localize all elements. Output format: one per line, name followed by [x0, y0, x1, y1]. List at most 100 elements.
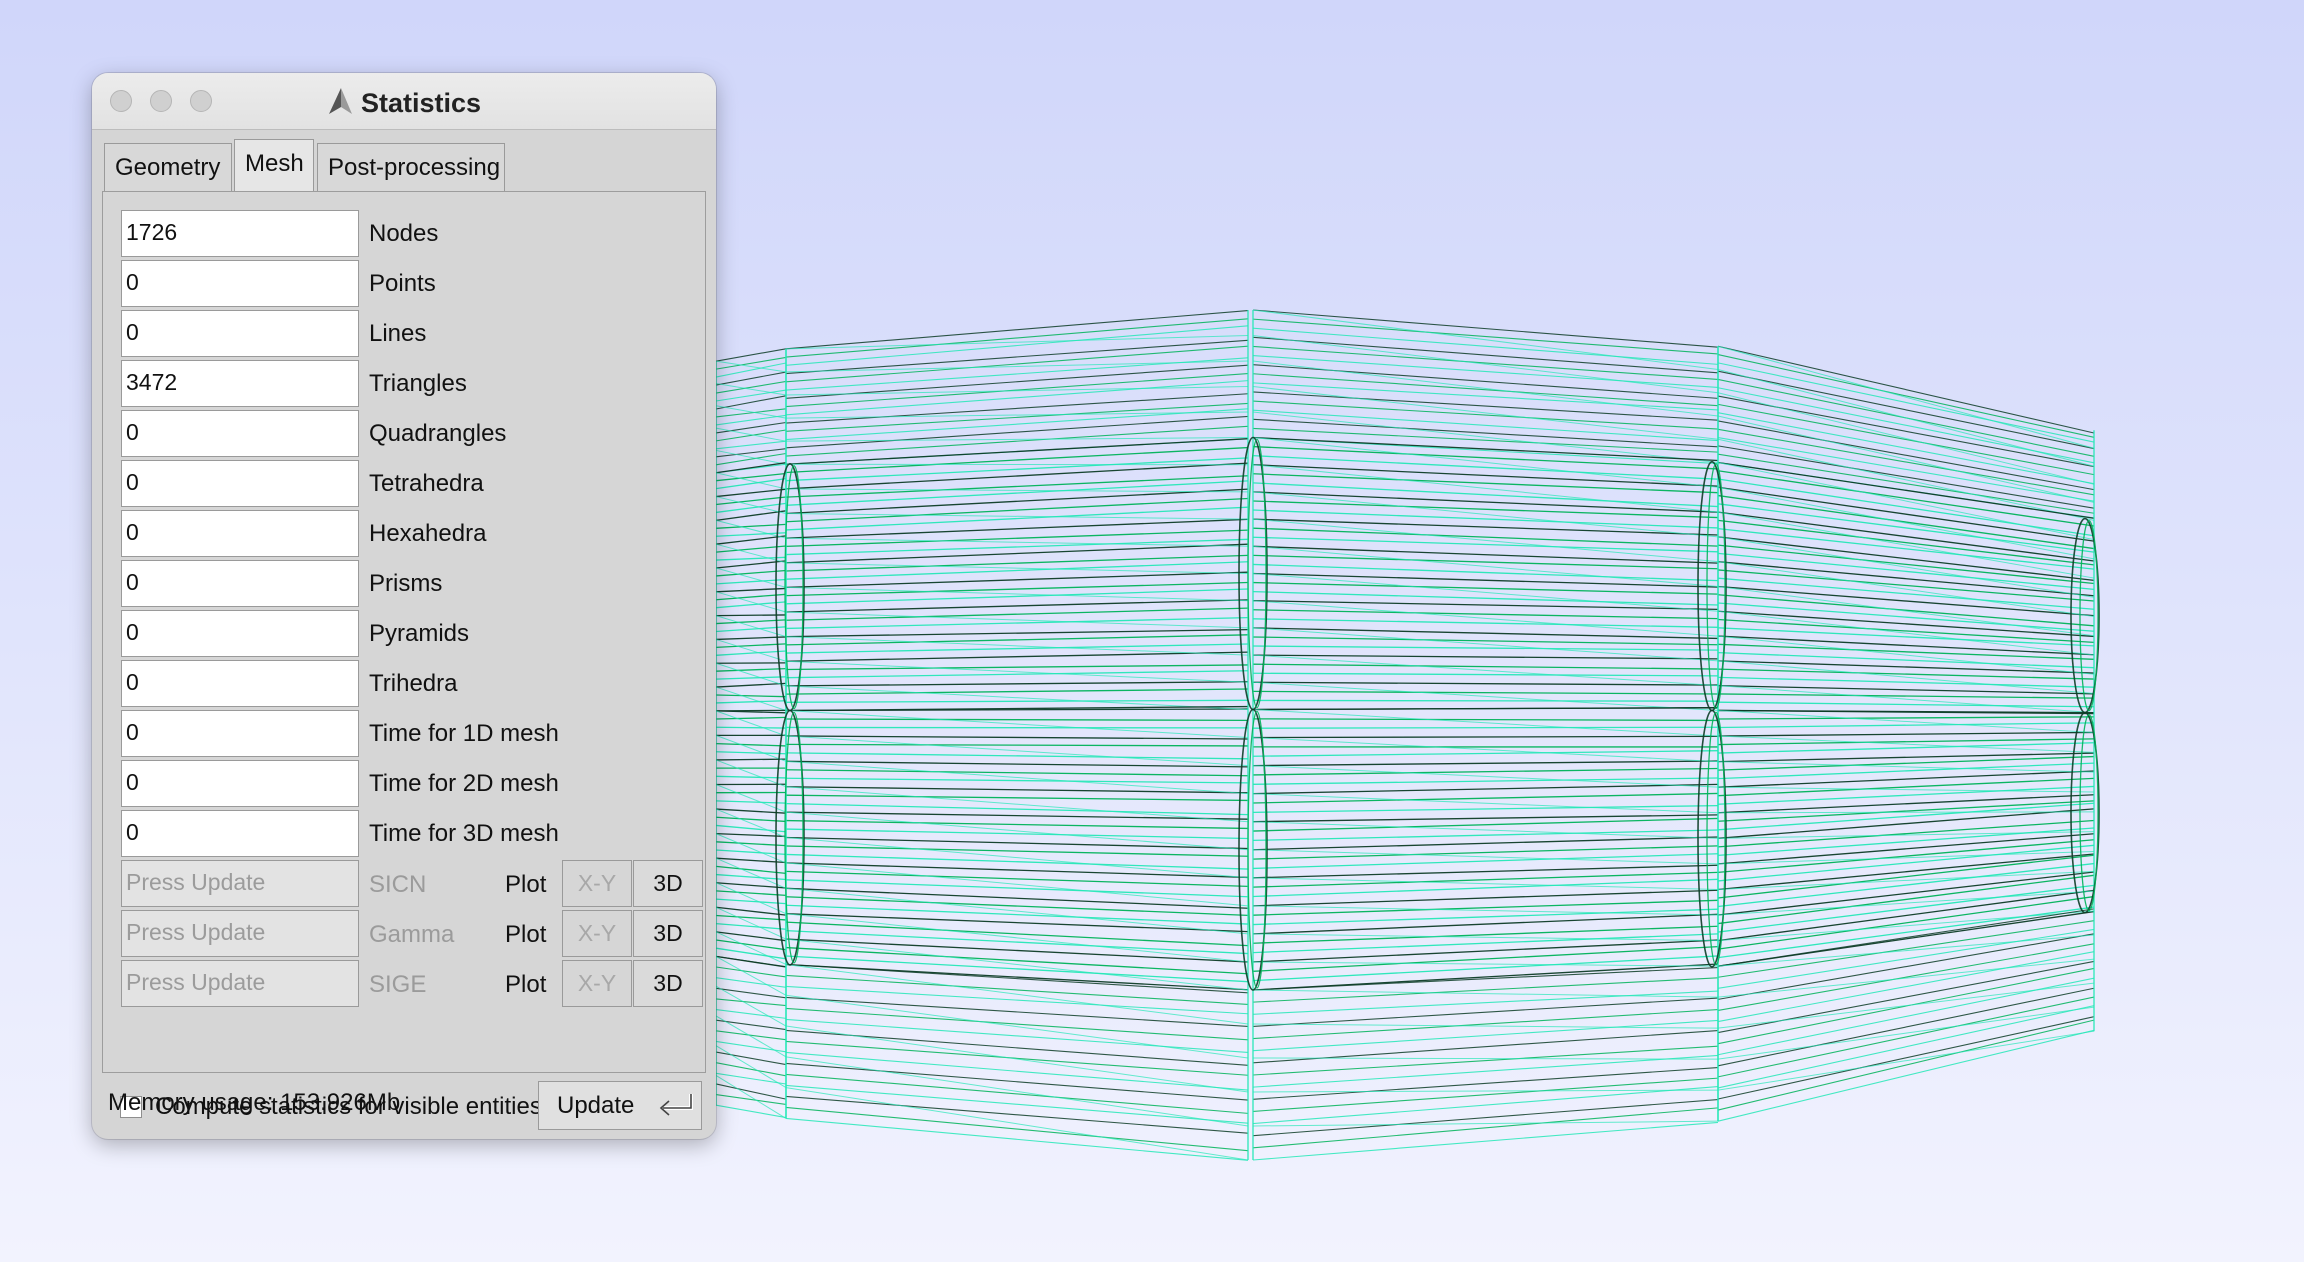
mesh-diagonal-line	[1252, 709, 1719, 737]
mesh-edge-line	[785, 718, 1249, 722]
quality-measure-label: SIGE	[369, 971, 427, 998]
stat-value-field[interactable]: 0	[121, 460, 359, 507]
mesh-edge-line	[1252, 527, 1719, 547]
mesh-edge-line	[1252, 783, 1719, 795]
mesh-edge-line	[1252, 318, 1719, 355]
mesh-diagonal-line	[715, 662, 787, 687]
tab-post-processing-label: Post-processing	[328, 154, 501, 181]
mesh-edge-line	[1252, 966, 1719, 991]
mesh-diagonal-line	[1252, 386, 1719, 440]
plot-xy-button[interactable]: X-Y	[562, 960, 632, 1007]
mesh-edge-line	[785, 862, 1249, 879]
mesh-edge-line	[715, 716, 787, 720]
tab-post-processing[interactable]: Post-processing	[317, 143, 505, 191]
mesh-diagonal-line	[785, 1087, 1249, 1161]
mesh-edge-line	[1252, 445, 1719, 470]
quality-value-field: Press Update	[121, 860, 359, 907]
mesh-edge-line	[1717, 960, 2095, 1034]
mesh-edge-line	[1717, 701, 2095, 708]
mesh-edge-line	[715, 1051, 787, 1066]
mesh-edge-line	[715, 977, 787, 988]
plot-xy-button[interactable]: X-Y	[562, 860, 632, 907]
mesh-diagonal-line	[1717, 831, 2095, 839]
mesh-edge-line	[715, 676, 787, 680]
mesh-edge-line	[715, 440, 787, 450]
mesh-edge-line	[785, 529, 1249, 548]
mesh-edge-line	[715, 947, 787, 960]
mesh-edge-line	[1252, 1009, 1719, 1040]
mesh-diagonal-line	[1717, 561, 2095, 618]
mesh-diagonal-line	[1252, 793, 1719, 814]
mesh-edge-line	[1717, 770, 2095, 788]
mesh-edge-line	[1252, 309, 1719, 348]
stat-value-field[interactable]: 3472	[121, 360, 359, 407]
stat-value-field[interactable]: 0	[121, 810, 359, 857]
mesh-edge-line	[1252, 899, 1719, 916]
stat-value-field[interactable]: 0	[121, 410, 359, 457]
mesh-edge-line	[1717, 895, 2095, 950]
mesh-edge-line	[785, 996, 1249, 1027]
mesh-edge-line	[715, 873, 787, 881]
plot-label: Plot	[505, 921, 547, 948]
mesh-edge-line	[715, 775, 787, 779]
mesh-diagonal-line	[1717, 415, 2095, 503]
mesh-diagonal-line	[1717, 958, 2095, 998]
mesh-edge-line	[1252, 536, 1719, 553]
mesh-edge-line	[785, 664, 1249, 671]
plot-3d-button[interactable]: 3D	[633, 860, 703, 907]
mesh-diagonal-line	[1717, 345, 2095, 449]
mesh-edge-line	[785, 1095, 1249, 1134]
stat-value-field[interactable]: 0	[121, 710, 359, 757]
mesh-edge-line	[715, 614, 787, 617]
stat-value-field[interactable]: 0	[121, 510, 359, 557]
mesh-stats-panel: 1726 Nodes 0 Points 0 Lines 3472 Triangles 0 Quad…	[102, 191, 706, 1120]
mesh-edge-line	[715, 694, 787, 698]
mesh-diagonal-line	[715, 759, 787, 788]
mesh-diagonal-line	[1252, 737, 1719, 763]
gmsh-logo-icon	[327, 87, 353, 122]
mesh-diagonal-line	[715, 615, 787, 638]
tab-mesh-label: Mesh	[245, 150, 304, 177]
mesh-edge-line	[1252, 336, 1719, 374]
title-bar[interactable]: Statistics	[92, 73, 716, 130]
plot-xy-button[interactable]: X-Y	[562, 910, 632, 957]
mesh-diagonal-line	[1252, 437, 1719, 488]
plot-3d-button[interactable]: 3D	[633, 960, 703, 1007]
window-title-text: Statistics	[360, 88, 482, 118]
mesh-edge-line	[1252, 672, 1719, 677]
mesh-edge-line	[1252, 707, 1719, 711]
plot-3d-button[interactable]: 3D	[633, 910, 703, 957]
stat-value-field[interactable]: 0	[121, 610, 359, 657]
mesh-edge-line	[715, 414, 787, 426]
mesh-edge-line	[785, 628, 1249, 638]
mesh-diagonal-line	[1252, 1120, 1719, 1127]
mesh-edge-line	[1717, 987, 2095, 1067]
mesh-edge-line	[1717, 602, 2095, 632]
stat-value-field[interactable]: 0	[121, 310, 359, 357]
mesh-edge-line	[1717, 920, 2095, 978]
stat-label: Prisms	[369, 570, 443, 597]
mesh-diagonal-line	[715, 985, 787, 1027]
return-key-icon	[655, 1088, 695, 1131]
update-button[interactable]: Update	[538, 1081, 702, 1130]
tab-geometry-label: Geometry	[115, 154, 221, 181]
stat-label: Nodes	[369, 220, 439, 247]
mesh-edge-line	[715, 1094, 787, 1105]
mesh-edge-line	[715, 890, 787, 896]
mesh-edge-line	[1717, 511, 2095, 562]
stat-value-field[interactable]: 0	[121, 760, 359, 807]
mesh-edge-line	[785, 743, 1249, 747]
mesh-edge-line	[1717, 412, 2095, 485]
stat-value-field[interactable]: 0	[121, 660, 359, 707]
mesh-diagonal-line	[785, 963, 1249, 1025]
stat-value-field[interactable]: 0	[121, 260, 359, 307]
stat-value-field[interactable]: 1726	[121, 210, 359, 257]
stat-label: Quadrangles	[369, 420, 507, 447]
mesh-edge-line	[1252, 750, 1719, 757]
mesh-edge-line	[785, 1073, 1249, 1114]
stat-value-field[interactable]: 0	[121, 560, 359, 607]
stat-label: Time for 3D mesh	[369, 820, 559, 847]
mesh-edge-line	[715, 395, 787, 410]
tab-geometry[interactable]: Geometry	[104, 143, 232, 191]
tab-mesh[interactable]: Mesh	[234, 139, 314, 193]
